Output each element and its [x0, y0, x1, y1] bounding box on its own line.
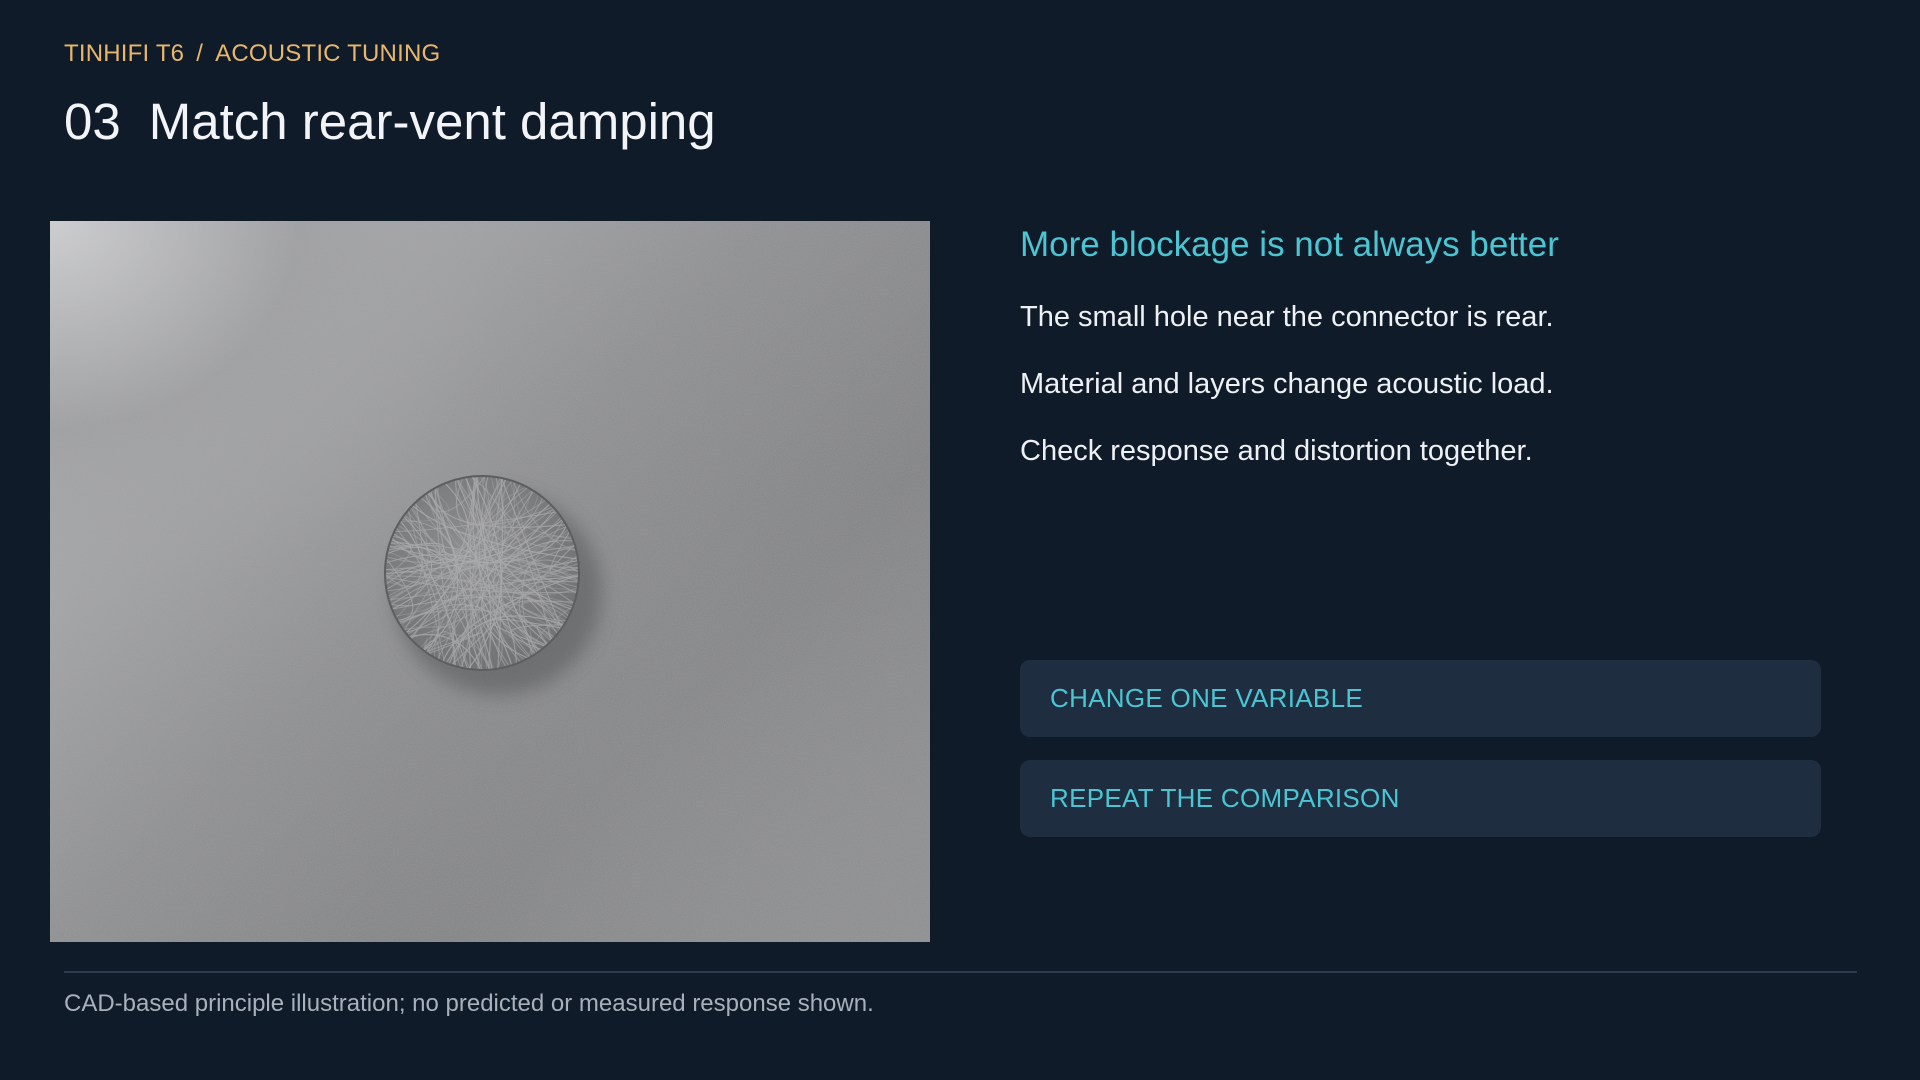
action-label: REPEAT THE COMPARISON: [1050, 783, 1400, 813]
page-title: 03 Match rear-vent damping: [64, 92, 716, 151]
action-label: CHANGE ONE VARIABLE: [1050, 683, 1363, 713]
content-heading: More blockage is not always better: [1020, 225, 1559, 264]
footnote: CAD-based principle illustration; no pre…: [64, 990, 874, 1017]
footer-divider: [64, 971, 1857, 973]
repeat-comparison-button[interactable]: REPEAT THE COMPARISON: [1020, 760, 1821, 837]
breadcrumb: TINHIFI T6 / ACOUSTIC TUNING: [64, 40, 440, 68]
points-list: The small hole near the connector is rea…: [1020, 300, 1554, 501]
change-one-variable-button[interactable]: CHANGE ONE VARIABLE: [1020, 660, 1821, 737]
slide-number: 03: [64, 93, 121, 150]
damping-disc-image: [50, 221, 930, 942]
breadcrumb-section: ACOUSTIC TUNING: [215, 40, 441, 67]
damping-disc-illustration: [50, 221, 930, 942]
list-item: The small hole near the connector is rea…: [1020, 301, 1554, 333]
list-item: Material and layers change acoustic load…: [1020, 368, 1554, 400]
breadcrumb-separator: /: [196, 40, 204, 67]
slide-page: TINHIFI T6 / ACOUSTIC TUNING 03 Match rear-…: [0, 0, 1920, 1080]
slide-title: Match rear-vent damping: [148, 93, 716, 150]
breadcrumb-product: TINHIFI T6: [64, 40, 185, 67]
list-item: Check response and distortion together.: [1020, 435, 1533, 467]
